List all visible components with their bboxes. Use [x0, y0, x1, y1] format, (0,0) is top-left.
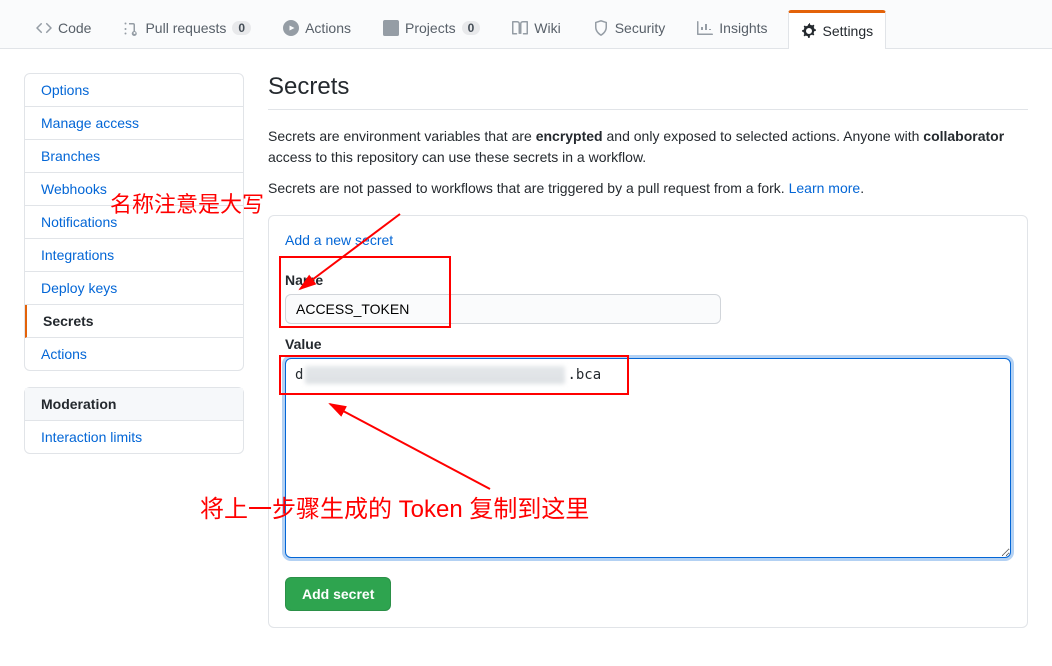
sidebar-item-notifications[interactable]: Notifications [25, 206, 243, 239]
tab-pull-requests[interactable]: Pull requests 0 [111, 10, 263, 48]
tab-pr-label: Pull requests [145, 20, 226, 36]
repo-nav: Code Pull requests 0 Actions Projects 0 … [0, 10, 1052, 49]
secret-name-input[interactable] [285, 294, 721, 324]
project-icon [383, 20, 399, 36]
secret-value-textarea[interactable] [285, 358, 1011, 558]
page-title: Secrets [268, 73, 1028, 110]
sidebar-item-secrets[interactable]: Secrets [25, 305, 243, 338]
tab-code-label: Code [58, 20, 91, 36]
projects-count: 0 [462, 21, 481, 35]
graph-icon [697, 20, 713, 36]
tab-actions[interactable]: Actions [271, 10, 363, 48]
sidebar-item-interaction-limits[interactable]: Interaction limits [25, 421, 243, 453]
add-new-secret-link[interactable]: Add a new secret [285, 232, 393, 248]
value-label: Value [285, 336, 1011, 352]
sidebar-item-actions[interactable]: Actions [25, 338, 243, 370]
learn-more-link[interactable]: Learn more [789, 180, 861, 196]
tab-security-label: Security [615, 20, 666, 36]
pr-count: 0 [232, 21, 251, 35]
play-icon [283, 20, 299, 36]
sidebar-item-manage-access[interactable]: Manage access [25, 107, 243, 140]
secret-form-box: Add a new secret Name Value d .bca Add s… [268, 215, 1028, 628]
gear-icon [801, 23, 817, 39]
add-secret-button[interactable]: Add secret [285, 577, 391, 611]
settings-sidebar: OptionsManage accessBranchesWebhooksNoti… [24, 73, 244, 628]
tab-code[interactable]: Code [24, 10, 103, 48]
tab-wiki-label: Wiki [534, 20, 560, 36]
name-label: Name [285, 272, 1011, 288]
tab-actions-label: Actions [305, 20, 351, 36]
moderation-heading: Moderation [25, 388, 243, 421]
shield-icon [593, 20, 609, 36]
sidebar-item-branches[interactable]: Branches [25, 140, 243, 173]
tab-projects-label: Projects [405, 20, 456, 36]
description-2: Secrets are not passed to workflows that… [268, 178, 1028, 199]
tab-security[interactable]: Security [581, 10, 678, 48]
book-icon [512, 20, 528, 36]
description-1: Secrets are environment variables that a… [268, 126, 1028, 168]
tab-projects[interactable]: Projects 0 [371, 10, 492, 48]
tab-settings-label: Settings [823, 23, 874, 39]
main-content: Secrets Secrets are environment variable… [268, 73, 1028, 628]
code-icon [36, 20, 52, 36]
tab-wiki[interactable]: Wiki [500, 10, 572, 48]
sidebar-item-integrations[interactable]: Integrations [25, 239, 243, 272]
tab-insights[interactable]: Insights [685, 10, 779, 48]
sidebar-item-options[interactable]: Options [25, 74, 243, 107]
git-pull-request-icon [123, 20, 139, 36]
tab-settings[interactable]: Settings [788, 10, 887, 49]
sidebar-item-webhooks[interactable]: Webhooks [25, 173, 243, 206]
sidebar-item-deploy-keys[interactable]: Deploy keys [25, 272, 243, 305]
tab-insights-label: Insights [719, 20, 767, 36]
